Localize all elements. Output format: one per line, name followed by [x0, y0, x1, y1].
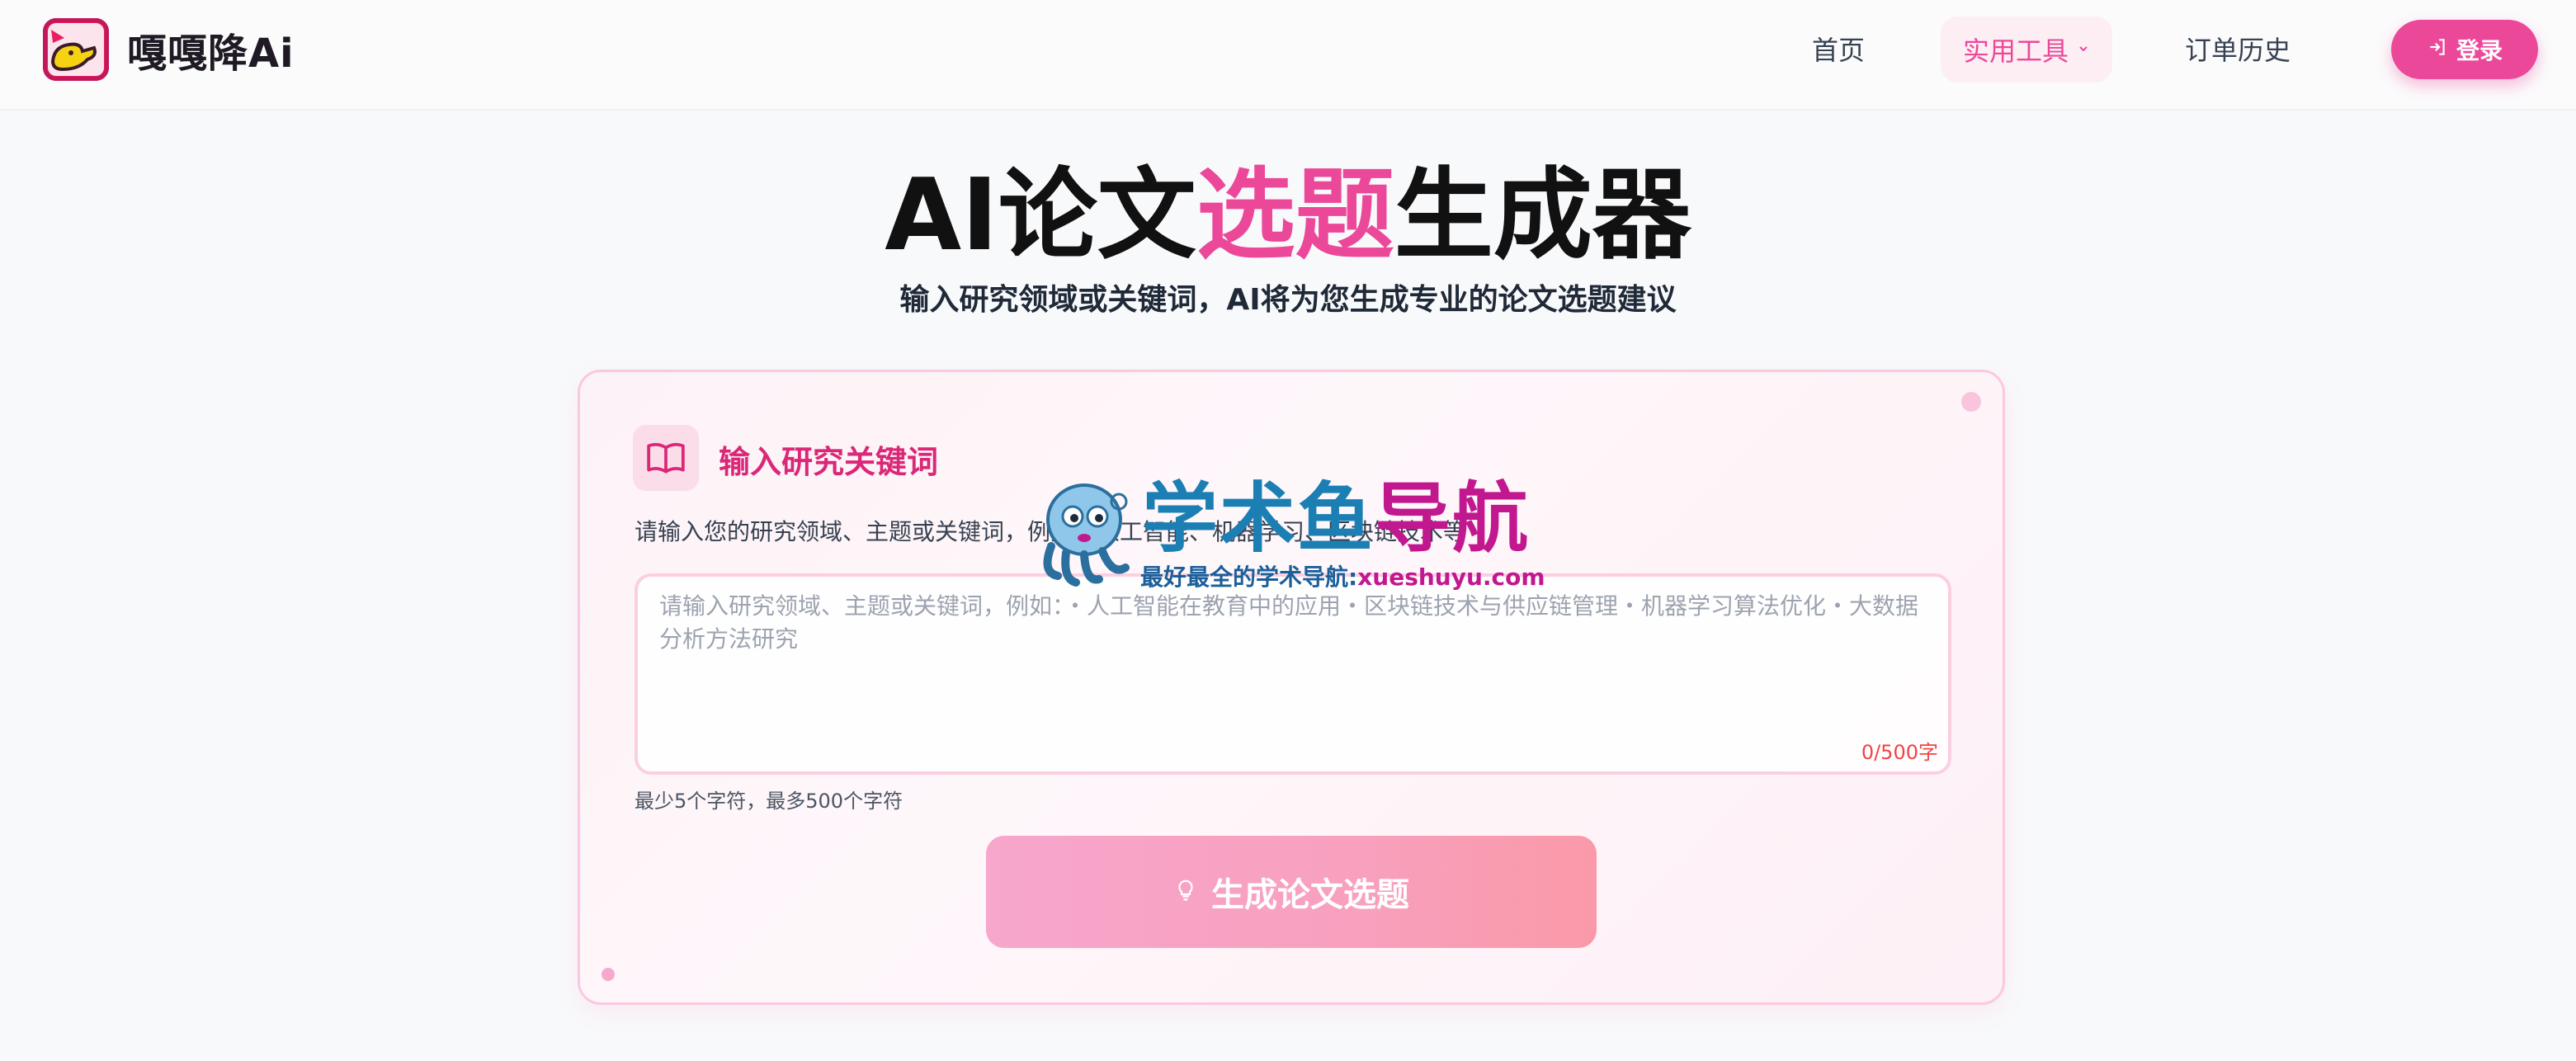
- watermark-overlay: 学术鱼导航 最好最全的学术导航:xueshuyu.com: [1033, 474, 1561, 597]
- lightbulb-icon: [1173, 873, 1198, 911]
- nav-tools-dropdown[interactable]: 实用工具: [1941, 17, 2112, 83]
- input-length-hint: 最少5个字符，最多500个字符: [635, 790, 903, 813]
- nav-tools-label: 实用工具: [1962, 35, 2069, 67]
- page-title: AI论文选题生成器: [0, 150, 2576, 282]
- textarea-placeholder: 请输入研究领域、主题或关键词，例如：・人工智能在教育中的应用・区块链技术与供应链…: [659, 592, 1919, 653]
- decorative-dot: [1961, 392, 1981, 412]
- octopus-mascot-icon: [1033, 474, 1140, 592]
- watermark-title-main: 学术鱼: [1142, 474, 1375, 563]
- card-heading: 输入研究关键词: [719, 444, 939, 480]
- char-counter: 0/500字: [1861, 741, 1938, 764]
- brand-logo[interactable]: 嘎嘎降Ai: [43, 18, 295, 81]
- open-book-icon: [633, 425, 699, 491]
- decorative-dot: [602, 968, 615, 981]
- generate-topics-button[interactable]: 生成论文选题: [986, 836, 1597, 948]
- chevron-down-icon: [2077, 40, 2090, 59]
- title-suffix: 生成器: [1394, 158, 1691, 273]
- watermark-subtitle: 最好最全的学术导航:xueshuyu.com: [1140, 559, 1545, 592]
- duck-logo-icon: [43, 18, 109, 81]
- watermark-tagline: 最好最全的学术导航:: [1140, 564, 1358, 591]
- keyword-input-card: 输入研究关键词 请输入您的研究领域、主题或关键词，例如：人工智能、机器学习、区块…: [578, 370, 2005, 1005]
- login-button[interactable]: 登录: [2391, 20, 2538, 79]
- watermark-url: xueshuyu.com: [1357, 564, 1545, 591]
- watermark-title: 学术鱼导航: [1142, 474, 1530, 564]
- login-arrow-icon: [2427, 36, 2448, 64]
- watermark-title-accent: 导航: [1375, 474, 1531, 563]
- title-prefix: AI论文: [885, 158, 1196, 273]
- nav-order-history[interactable]: 订单历史: [2185, 30, 2291, 68]
- brand-name: 嘎嘎降Ai: [127, 31, 295, 77]
- keyword-textarea[interactable]: 请输入研究领域、主题或关键词，例如：・人工智能在教育中的应用・区块链技术与供应链…: [635, 573, 1951, 775]
- title-accent: 选题: [1196, 158, 1394, 273]
- page-subtitle: 输入研究领域或关键词，AI将为您生成专业的论文选题建议: [899, 283, 1677, 317]
- generate-label: 生成论文选题: [1211, 876, 1409, 914]
- login-label: 登录: [2456, 37, 2503, 64]
- top-navbar: 嘎嘎降Ai 首页 实用工具 订单历史 登录: [0, 0, 2576, 111]
- nav-home[interactable]: 首页: [1812, 30, 1865, 68]
